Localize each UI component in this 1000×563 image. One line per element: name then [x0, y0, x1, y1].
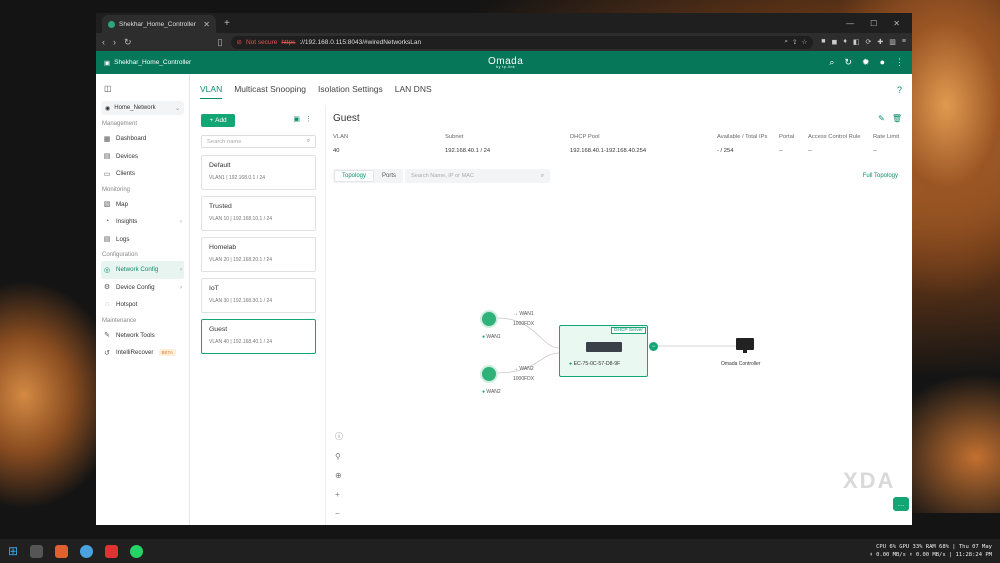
wan2-label: ● WAN2 [482, 389, 501, 395]
wan1-gateway-icon[interactable] [480, 310, 498, 328]
switch-mac-text: EC-75-0C-57-D8-9F [573, 361, 621, 367]
wan1-link-label: → WAN1 [513, 311, 534, 317]
chat-icon[interactable]: … [893, 497, 909, 511]
brave-icon[interactable] [55, 544, 69, 558]
fit-icon[interactable]: ⊕ [335, 471, 343, 480]
switch-mac: ● EC-75-0C-57-D8-9F [569, 361, 621, 367]
browser-window: Shekhar_Home_Controller ✕ + — ☐ ✕ ‹ › ↻ … [96, 13, 912, 525]
xda-watermark: XDA [843, 468, 896, 493]
wan2-gateway-icon[interactable] [480, 365, 498, 383]
layout-icon[interactable]: ⚲ [335, 452, 343, 461]
topology-links [496, 317, 736, 374]
taskbar: ⊞ CPU 6% GPU 33% RAM 68% | Thu 07 May ⬇ … [0, 539, 1000, 563]
zoom-out-icon[interactable]: − [335, 509, 343, 518]
wan1-name: WAN1 [486, 334, 501, 340]
windows-start-icon[interactable]: ⊞ [8, 544, 18, 558]
wan2-speed: 1000FDX [513, 376, 535, 382]
controller-stand [743, 350, 747, 353]
topology-tools: ⓘ ⚲ ⊕ + − [335, 431, 343, 518]
port-expand-icon[interactable]: − [649, 342, 658, 351]
system-tray: CPU 6% GPU 33% RAM 68% | Thu 07 May ⬇ 0.… [869, 543, 992, 559]
wan1-speed: 1000FDX [513, 321, 535, 327]
dhcp-server-tag: DHCP Server [611, 327, 646, 334]
switch-device-icon [586, 342, 622, 352]
chrome-icon[interactable] [80, 544, 94, 558]
whatsapp-icon[interactable] [130, 544, 144, 558]
tray-stats-line2: ⬇ 0.00 MB/s ⬆ 0.00 MB/s | 11:28:24 PM [869, 552, 992, 558]
controller-icon[interactable] [736, 338, 754, 350]
app-icon[interactable] [105, 544, 119, 558]
controller-label: Omada Controller [721, 361, 761, 367]
wan1-label: ● WAN1 [482, 334, 501, 340]
wan2-name: WAN2 [486, 389, 501, 395]
zoom-in-icon[interactable]: + [335, 490, 343, 499]
gateway-switch-node[interactable]: DHCP Server ● EC-75-0C-57-D8-9F [559, 325, 648, 377]
wan2-link-label: → WAN2 [513, 366, 534, 372]
info-icon[interactable]: ⓘ [335, 431, 343, 442]
explorer-icon[interactable] [30, 544, 44, 558]
tray-stats-line1: CPU 6% GPU 33% RAM 68% | Thu 07 May [876, 544, 992, 550]
